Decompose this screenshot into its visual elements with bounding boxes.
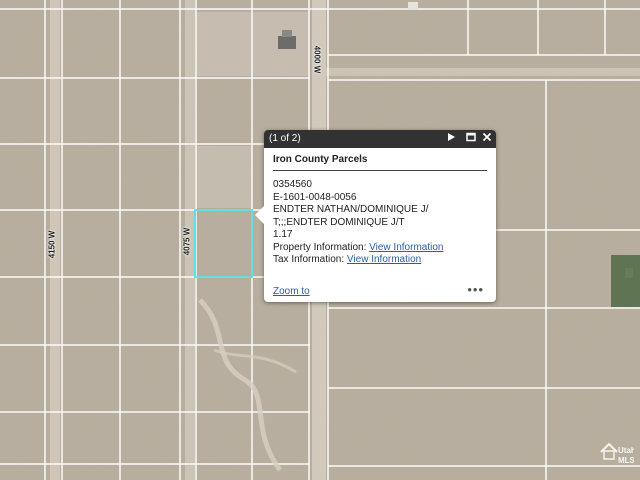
road-label-4150w: 4150 W bbox=[47, 230, 57, 259]
road-label-4075w: 4075 W bbox=[182, 227, 192, 256]
zoom-to-link[interactable]: Zoom to bbox=[273, 286, 310, 297]
watermark-line-2: MLS bbox=[618, 456, 634, 465]
popup-footer: Zoom to ••• bbox=[273, 282, 487, 297]
cleared-lot bbox=[196, 146, 252, 208]
road-label-4000w: 4000 W bbox=[312, 45, 322, 74]
watermark-logo: Utah MLS bbox=[600, 442, 636, 465]
popup-header: (1 of 2) bbox=[264, 130, 496, 148]
owner-line-1: ENDTER NATHAN/DOMINIQUE J/ bbox=[273, 204, 429, 215]
popup-title: Iron County Parcels bbox=[273, 154, 487, 171]
road-east-west bbox=[326, 68, 640, 76]
building bbox=[278, 36, 296, 49]
owner-line-2: T;;;ENDTER DOMINIQUE J/T bbox=[273, 216, 405, 228]
maximize-icon[interactable] bbox=[464, 132, 478, 146]
close-icon[interactable] bbox=[480, 132, 494, 146]
tax-info-row: Tax Information: View Information bbox=[273, 254, 487, 267]
building bbox=[408, 2, 418, 10]
next-icon[interactable] bbox=[444, 132, 458, 146]
property-info-link[interactable]: View Information bbox=[369, 242, 443, 253]
account-number: E-1601-0048-0056 bbox=[273, 191, 357, 203]
popup-pager: (1 of 2) bbox=[269, 133, 301, 144]
vegetation bbox=[611, 255, 640, 307]
building bbox=[282, 30, 292, 37]
parcel-id: 0354560 bbox=[273, 179, 312, 190]
more-icon[interactable]: ••• bbox=[467, 282, 484, 297]
tax-info-label: Tax Information: bbox=[273, 254, 347, 265]
property-info-label: Property Information: bbox=[273, 241, 370, 253]
popup-pointer bbox=[255, 206, 264, 224]
utah-mls-watermark: Utah MLS bbox=[598, 440, 636, 470]
property-info-row: Property Information: View Information bbox=[273, 242, 487, 255]
identify-popup: (1 of 2) Iron County Parcels 0354560 E-1… bbox=[255, 130, 496, 302]
acreage: 1.17 bbox=[273, 229, 293, 240]
tax-info-link[interactable]: View Information bbox=[347, 254, 421, 265]
popup-body: Iron County Parcels 0354560 E-1601-0048-… bbox=[264, 148, 496, 267]
watermark-line-1: Utah bbox=[618, 446, 634, 455]
